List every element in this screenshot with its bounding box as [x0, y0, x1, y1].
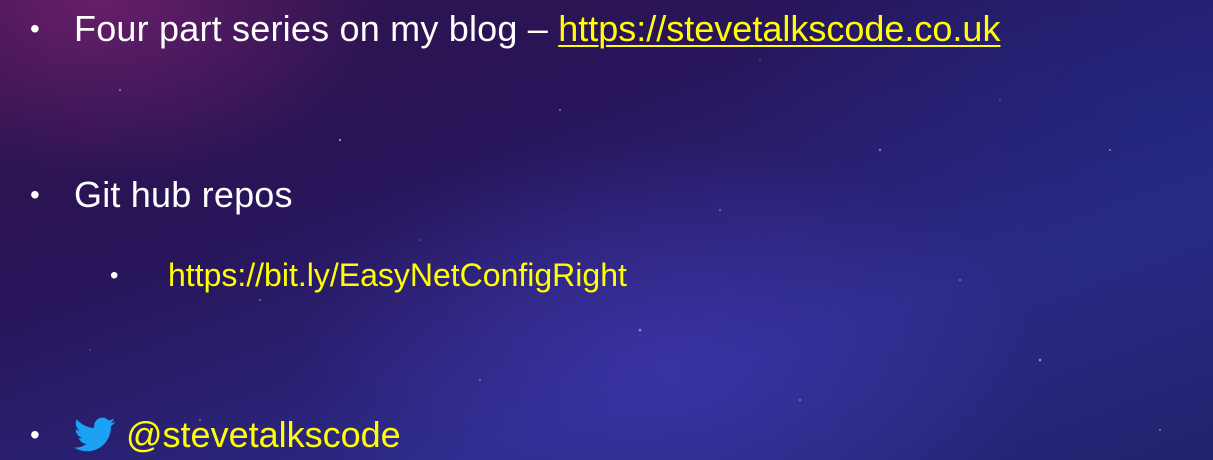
bullet-github-repos: • Git hub repos	[30, 174, 293, 216]
bullet-twitter: • @stevetalkscode	[30, 414, 401, 456]
github-repos-text: Git hub repos	[74, 174, 293, 215]
twitter-handle[interactable]: @stevetalkscode	[126, 414, 401, 456]
bullet-blog-series: • Four part series on my blog – https://…	[30, 8, 1000, 50]
twitter-bird-icon	[74, 417, 116, 452]
bullet-marker: •	[30, 419, 40, 450]
bullet-marker: •	[30, 13, 40, 44]
bullet-github-link: • https://bit.ly/EasyNetConfigRight	[110, 257, 627, 294]
blog-link[interactable]: https://stevetalkscode.co.uk	[558, 8, 1000, 50]
github-repo-link[interactable]: https://bit.ly/EasyNetConfigRight	[168, 257, 627, 294]
slide-content: • Four part series on my blog – https://…	[0, 0, 1213, 460]
bullet-marker: •	[30, 179, 40, 210]
bullet-marker: •	[110, 261, 119, 289]
blog-series-text: Four part series on my blog –	[74, 8, 559, 49]
